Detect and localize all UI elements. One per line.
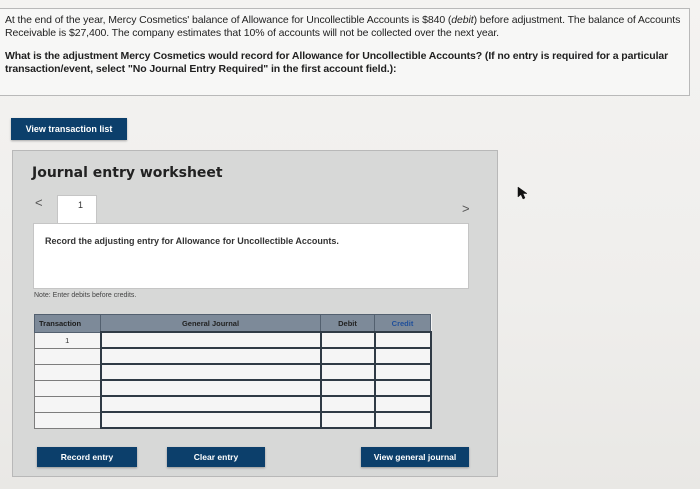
credit-field[interactable] [373,331,432,349]
page: At the end of the year, Mercy Cosmetics'… [0,0,700,489]
question-panel: At the end of the year, Mercy Cosmetics'… [0,8,690,96]
previous-arrow-icon[interactable]: < [35,195,47,210]
instruction-box: Record the adjusting entry for Allowance… [33,223,469,289]
transaction-cell: 1 [34,331,102,349]
account-field[interactable] [99,411,322,429]
debit-field[interactable] [319,363,376,381]
debit-field[interactable] [319,395,376,413]
header-general-journal: General Journal [100,314,321,333]
view-general-journal-button[interactable]: View general journal [361,447,469,467]
credit-field[interactable] [373,395,432,413]
transaction-cell [34,395,102,413]
account-field[interactable] [99,395,322,413]
header-transaction: Transaction [34,314,101,333]
debit-field[interactable] [319,411,376,429]
credit-field[interactable] [373,379,432,397]
note-text: Note: Enter debits before credits. [34,292,137,299]
clear-entry-button[interactable]: Clear entry [167,447,265,467]
debit-field[interactable] [319,347,376,365]
journal-table: Transaction General Journal Debit Credit… [34,314,432,429]
transaction-cell [34,411,102,429]
question-prompt-main: What is the adjustment Mercy Cosmetics w… [5,50,485,62]
next-arrow-icon[interactable]: > [462,201,470,216]
transaction-cell [34,379,102,397]
credit-field[interactable] [373,411,432,429]
table-row [34,411,432,429]
question-text: At the end of the year, Mercy Cosmetics'… [5,14,689,40]
debit-field[interactable] [319,379,376,397]
account-field[interactable] [99,379,322,397]
mouse-pointer-icon [517,186,528,200]
instruction-text: Record the adjusting entry for Allowance… [45,236,339,246]
table-row [34,395,432,413]
table-row: 1 [34,331,432,349]
journal-entry-worksheet: Journal entry worksheet < 1 > Record the… [12,150,498,477]
question-text-part: At the end of the year, Mercy Cosmetics'… [5,14,452,26]
credit-field[interactable] [373,347,432,365]
table-row [34,347,432,365]
account-field[interactable] [99,347,322,365]
worksheet-title: Journal entry worksheet [32,165,223,181]
header-credit: Credit [374,314,431,333]
journal-table-header-row: Transaction General Journal Debit Credit [34,314,431,333]
table-row [34,363,432,381]
account-field[interactable] [99,331,322,349]
question-prompt: What is the adjustment Mercy Cosmetics w… [5,50,689,76]
transaction-cell [34,347,102,365]
credit-field[interactable] [373,363,432,381]
tab-transaction-1[interactable]: 1 [57,195,97,223]
transaction-cell [34,363,102,381]
debit-field[interactable] [319,331,376,349]
account-field[interactable] [99,363,322,381]
header-debit: Debit [320,314,375,333]
question-text-emphasis: debit [451,14,474,26]
view-transaction-list-button[interactable]: View transaction list [11,118,127,140]
record-entry-button[interactable]: Record entry [37,447,137,467]
table-row [34,379,432,397]
